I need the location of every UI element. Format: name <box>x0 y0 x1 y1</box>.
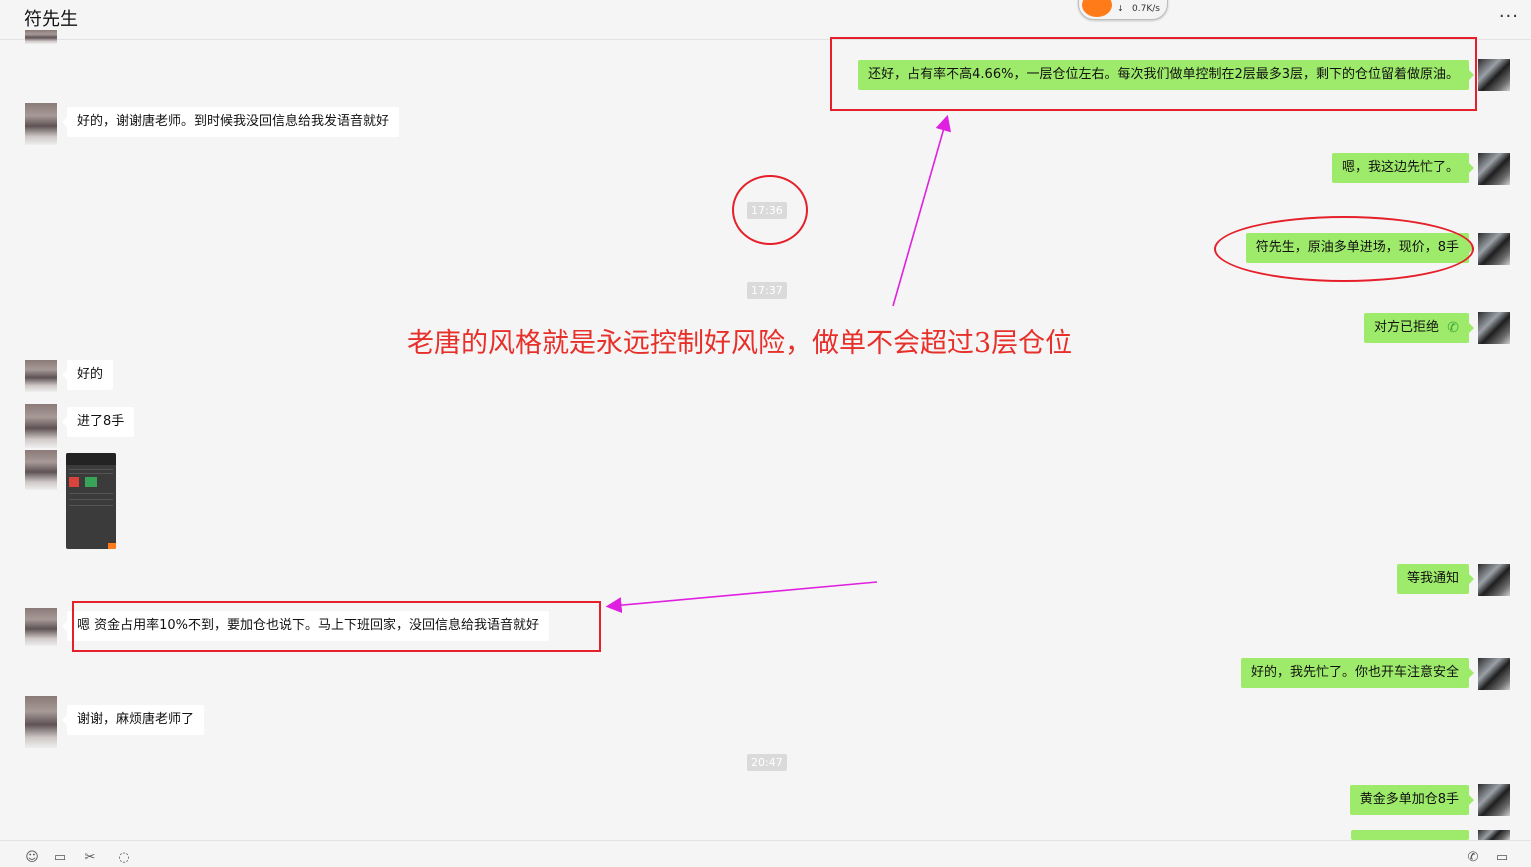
scissors-icon[interactable]: ✂ <box>82 851 98 865</box>
arrow-up <box>892 114 952 307</box>
folder-icon[interactable]: ▭ <box>52 851 68 865</box>
arrow-left <box>605 581 878 614</box>
video-icon[interactable]: ▭ <box>1494 851 1510 865</box>
chat-icon[interactable]: ◌ <box>116 851 132 865</box>
annotation-arrows <box>605 114 952 614</box>
emoji-icon[interactable]: ☺ <box>24 851 40 865</box>
call-icon[interactable]: ✆ <box>1465 851 1481 865</box>
input-toolbar: ☺ ▭ ✂ ◌ ✆ ▭ <box>0 840 1531 867</box>
